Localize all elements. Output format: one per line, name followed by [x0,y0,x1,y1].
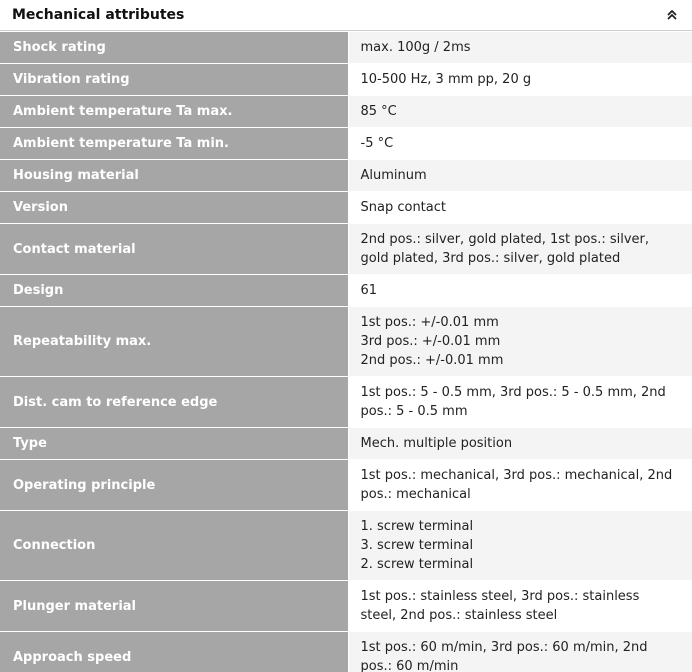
attribute-row: Type Mech. multiple position [0,427,692,460]
attribute-row: Design 61 [0,274,692,307]
attribute-value-line: steel, 2nd pos.: stainless steel [360,608,558,623]
attribute-row: Plunger material 1st pos.: stainless stee… [0,580,692,632]
attribute-label: Repeatability max. [0,306,349,377]
attribute-value: -5 °C [348,127,692,160]
attribute-value-line: pos.: 60 m/min [360,659,459,672]
attribute-value-line: 85 °C [360,104,397,119]
attribute-value: 10-500 Hz, 3 mm pp, 20 g [348,63,692,96]
attribute-value-line: 2nd pos.: silver, gold plated, 1st pos.:… [360,232,650,247]
attribute-row: Approach speed 1st pos.: 60 m/min, 3rd po… [0,631,692,672]
attribute-row: Version Snap contact [0,191,692,224]
attribute-value-line: 10-500 Hz, 3 mm pp, 20 g [360,72,532,87]
attribute-value: 1. screw terminal 3. screw terminal 2. scr… [348,510,692,581]
attribute-value: Aluminum [348,159,692,192]
attribute-row: Connection 1. screw terminal 3. screw term… [0,510,692,581]
attribute-value: 1st pos.: 60 m/min, 3rd pos.: 60 m/min, … [348,631,692,672]
attribute-value-line: max. 100g / 2ms [360,40,471,55]
attribute-value-line: 1. screw terminal [360,519,474,534]
attribute-value: max. 100g / 2ms [348,31,692,64]
attribute-value: 61 [348,274,692,307]
attribute-label: Operating principle [0,459,349,511]
attribute-value-line: Mech. multiple position [360,436,513,451]
attribute-value: 1st pos.: 5 - 0.5 mm, 3rd pos.: 5 - 0.5 … [348,376,692,428]
attribute-label: Shock rating [0,31,349,64]
attribute-row: Shock rating max. 100g / 2ms [0,31,692,64]
attribute-value-line: 1st pos.: mechanical, 3rd pos.: mechanic… [360,468,673,483]
attribute-value: 1st pos.: +/-0.01 mm 3rd pos.: +/-0.01 mm… [348,306,692,377]
attribute-label: Version [0,191,349,224]
attribute-label: Vibration rating [0,63,349,96]
attribute-value-line: 1st pos.: +/-0.01 mm [360,315,499,330]
attribute-row: Ambient temperature Ta max. 85 °C [0,95,692,128]
attribute-value: 1st pos.: stainless steel, 3rd pos.: sta… [348,580,692,632]
section-header[interactable]: Mechanical attributes [0,0,692,31]
attribute-value: Snap contact [348,191,692,224]
attribute-row: Housing material Aluminum [0,159,692,192]
attribute-label: Housing material [0,159,349,192]
attribute-value-line: gold plated, 3rd pos.: silver, gold plat… [360,251,621,266]
attribute-value-line: 3rd pos.: +/-0.01 mm [360,334,501,349]
attribute-label: Ambient temperature Ta min. [0,127,349,160]
attribute-value-line: 3. screw terminal [360,538,474,553]
attribute-value-line: 61 [360,283,378,298]
attribute-label: Approach speed [0,631,349,672]
attribute-value-line: 1st pos.: 5 - 0.5 mm, 3rd pos.: 5 - 0.5 … [360,385,666,400]
attribute-label: Contact material [0,223,349,275]
attribute-value-line: Aluminum [360,168,427,183]
double-chevron-up-icon[interactable] [664,7,680,23]
attribute-value-line: 1st pos.: stainless steel, 3rd pos.: sta… [360,589,640,604]
section-title: Mechanical attributes [12,7,185,23]
attribute-label: Design [0,274,349,307]
attribute-label: Connection [0,510,349,581]
attribute-label: Type [0,427,349,460]
attribute-label: Plunger material [0,580,349,632]
attribute-row: Dist. cam to reference edge 1st pos.: 5 -… [0,376,692,428]
attribute-value: 85 °C [348,95,692,128]
attribute-value-line: pos.: mechanical [360,487,471,502]
attribute-value: Mech. multiple position [348,427,692,460]
attribute-value: 1st pos.: mechanical, 3rd pos.: mechanic… [348,459,692,511]
mechanical-attributes-panel: Mechanical attributes Shock rating max. 1… [0,0,692,672]
attribute-value-line: 1st pos.: 60 m/min, 3rd pos.: 60 m/min, … [360,640,648,655]
attribute-value-line: Snap contact [360,200,447,215]
attribute-label: Ambient temperature Ta max. [0,95,349,128]
attribute-value-line: pos.: 5 - 0.5 mm [360,404,468,419]
attribute-row: Operating principle 1st pos.: mechanical,… [0,459,692,511]
attributes-table: Shock rating max. 100g / 2ms Vibration rat… [0,31,692,672]
attribute-row: Contact material 2nd pos.: silver, gold p… [0,223,692,275]
attribute-label: Dist. cam to reference edge [0,376,349,428]
attribute-value-line: 2. screw terminal [360,557,474,572]
attribute-value-line: 2nd pos.: +/-0.01 mm [360,353,504,368]
attribute-row: Repeatability max. 1st pos.: +/-0.01 mm 3r… [0,306,692,377]
attribute-row: Vibration rating 10-500 Hz, 3 mm pp, 20 g [0,63,692,96]
attribute-row: Ambient temperature Ta min. -5 °C [0,127,692,160]
attribute-value: 2nd pos.: silver, gold plated, 1st pos.:… [348,223,692,275]
attribute-value-line: -5 °C [360,136,394,151]
